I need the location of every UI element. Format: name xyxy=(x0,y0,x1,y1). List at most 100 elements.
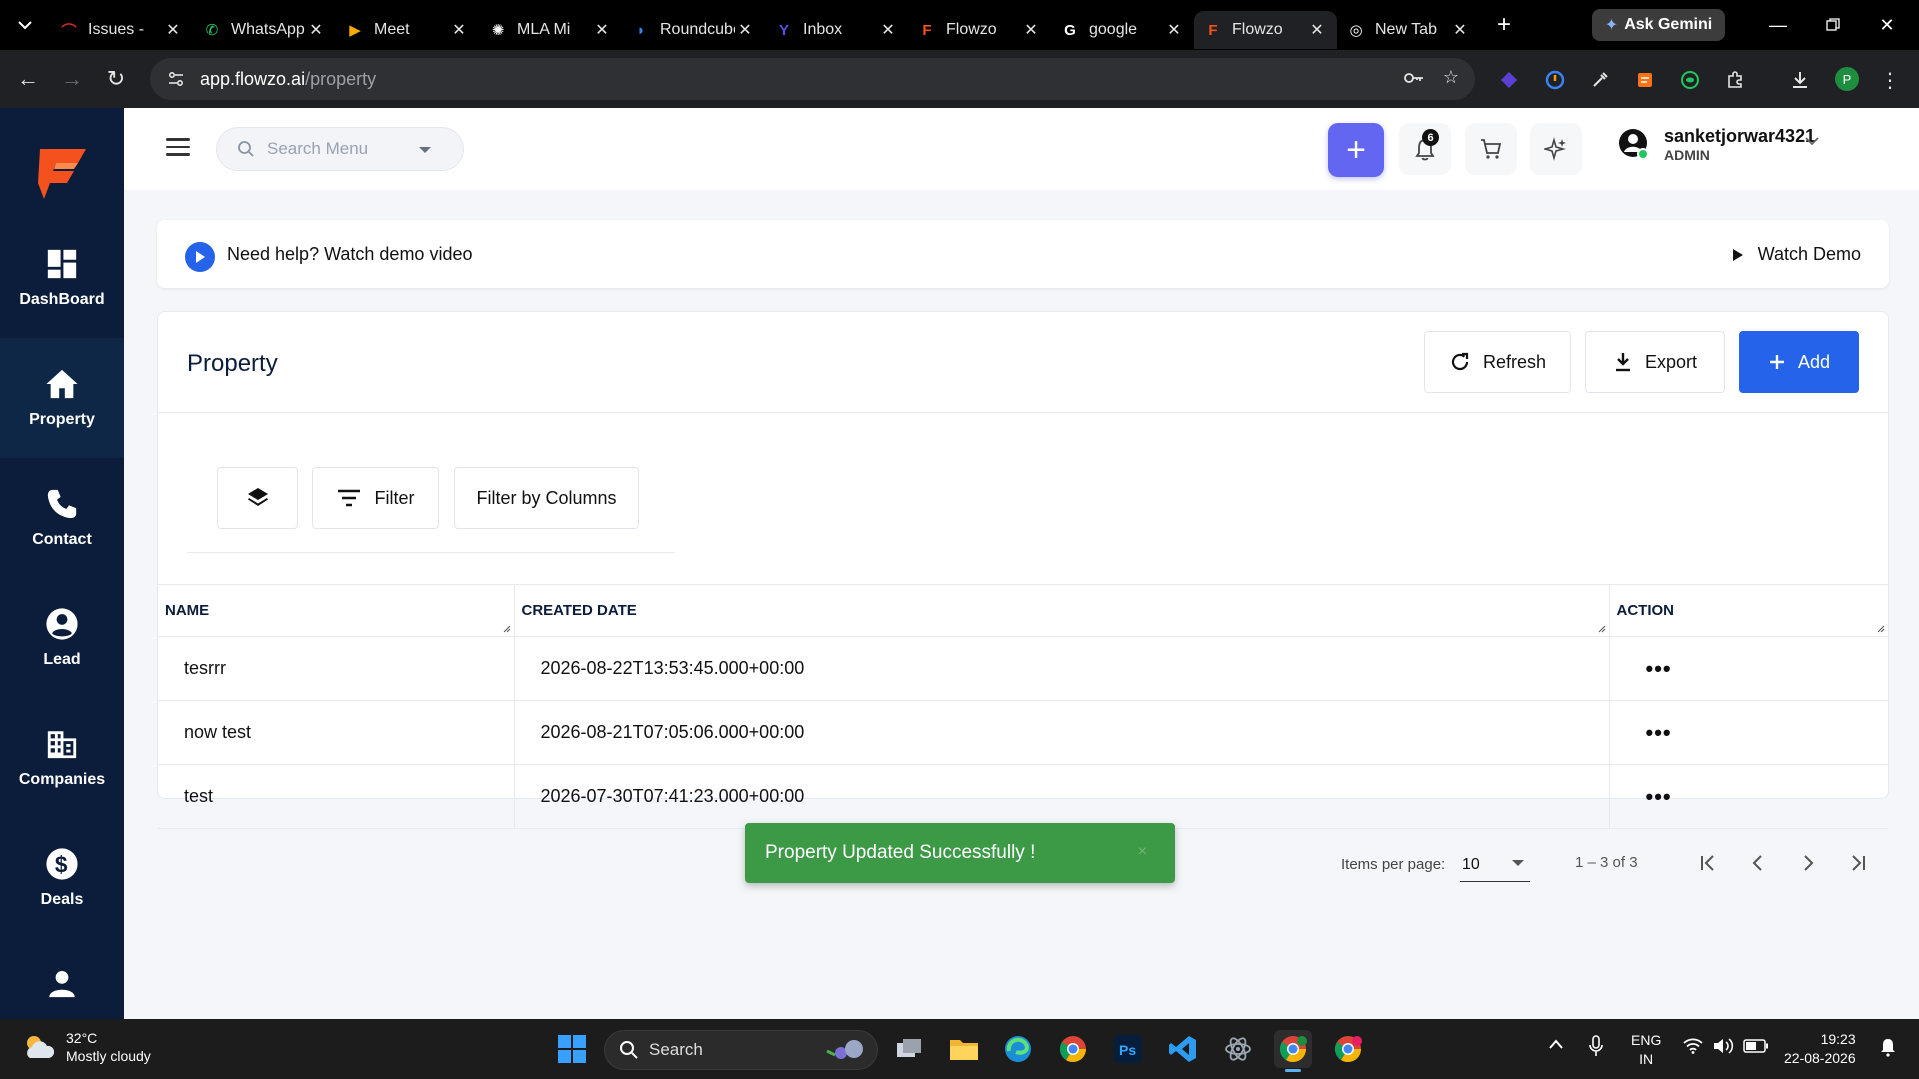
filter-by-columns-button[interactable]: Filter by Columns xyxy=(454,467,639,529)
extension-green-icon[interactable] xyxy=(1678,68,1702,92)
chrome-icon[interactable] xyxy=(1054,1030,1092,1068)
browser-tab[interactable]: ◎ New Tab ✕ xyxy=(1337,11,1480,49)
row-actions-menu-icon[interactable]: ••• xyxy=(1609,764,1888,829)
sidebar-item-contact[interactable]: Contact xyxy=(0,458,124,578)
browser-tab[interactable]: ⌒ Issues - ✕ xyxy=(50,11,193,49)
bookmark-star-icon[interactable]: ☆ xyxy=(1443,67,1459,94)
vscode-icon[interactable] xyxy=(1164,1030,1202,1068)
first-page-button[interactable] xyxy=(1694,848,1724,878)
extension-shield-icon[interactable] xyxy=(1543,68,1567,92)
back-arrow-icon[interactable]: ← xyxy=(6,57,50,101)
address-bar[interactable]: app.flowzo.ai/property ☆ xyxy=(150,58,1475,100)
tab-close-icon[interactable]: ✕ xyxy=(735,20,755,40)
notification-bell-icon[interactable] xyxy=(1879,1037,1897,1060)
browser-tab[interactable]: ✺ MLA Mi ✕ xyxy=(479,11,622,49)
last-page-button[interactable] xyxy=(1842,848,1872,878)
sidebar-item-deals[interactable]: $ Deals xyxy=(0,818,124,938)
sidebar-item-more[interactable] xyxy=(0,948,124,1028)
microphone-icon[interactable] xyxy=(1589,1035,1603,1060)
tab-close-icon[interactable]: ✕ xyxy=(163,20,183,40)
tab-close-icon[interactable]: ✕ xyxy=(1307,20,1327,40)
tab-close-icon[interactable]: ✕ xyxy=(1450,20,1470,40)
tab-close-icon[interactable]: ✕ xyxy=(449,20,469,40)
sidebar-item-property[interactable]: Property xyxy=(0,338,124,458)
table-row[interactable]: now test 2026-08-21T07:05:06.000+00:00 ••• xyxy=(158,700,1888,765)
forward-arrow-icon[interactable]: → xyxy=(50,57,94,101)
electron-app-icon[interactable] xyxy=(1219,1030,1257,1068)
profile-avatar[interactable]: P xyxy=(1835,67,1859,91)
sidebar-item-companies[interactable]: Companies xyxy=(0,698,124,818)
download-icon[interactable] xyxy=(1788,68,1812,92)
volume-icon[interactable] xyxy=(1712,1037,1734,1058)
extensions-puzzle-icon[interactable] xyxy=(1723,68,1747,92)
battery-icon[interactable] xyxy=(1743,1039,1769,1056)
taskbar-search[interactable]: Search xyxy=(604,1030,878,1070)
password-key-icon[interactable] xyxy=(1403,67,1425,94)
column-resize-icon[interactable] xyxy=(1598,625,1606,633)
new-tab-button[interactable]: + xyxy=(1486,7,1522,43)
ask-gemini-button[interactable]: ✦ Ask Gemini xyxy=(1592,9,1725,41)
table-row[interactable]: tesrrr 2026-08-22T13:53:45.000+00:00 ••• xyxy=(158,636,1888,701)
extension-notes-icon[interactable] xyxy=(1633,68,1657,92)
wifi-icon[interactable] xyxy=(1683,1038,1703,1057)
column-resize-icon[interactable] xyxy=(1877,625,1885,633)
export-button[interactable]: Export xyxy=(1585,331,1725,393)
sidebar-item-dashboard[interactable]: DashBoard xyxy=(0,218,124,338)
browser-tab[interactable]: ✆ WhatsApp ✕ xyxy=(193,11,336,49)
photoshop-icon[interactable]: Ps xyxy=(1109,1030,1147,1068)
tab-close-icon[interactable]: ✕ xyxy=(1021,20,1041,40)
browser-tab[interactable]: Y Inbox ✕ xyxy=(765,11,908,49)
minimize-window-button[interactable]: — xyxy=(1753,10,1803,40)
user-menu[interactable]: sanketjorwar4321 ADMIN xyxy=(1618,126,1819,164)
browser-menu-icon[interactable]: ⋮ xyxy=(1878,68,1902,92)
tab-close-icon[interactable]: ✕ xyxy=(1164,20,1184,40)
chrome-profile-icon[interactable] xyxy=(1274,1030,1312,1072)
add-property-button[interactable]: Add xyxy=(1739,331,1859,393)
show-hidden-icons[interactable] xyxy=(1548,1037,1564,1053)
browser-tab[interactable]: F Flowzo ✕ xyxy=(1194,11,1337,49)
filter-button[interactable]: Filter xyxy=(312,467,439,529)
items-per-page-select[interactable]: 10 xyxy=(1460,844,1530,882)
weather-widget[interactable]: 32°C Mostly cloudy xyxy=(22,1029,151,1065)
table-row[interactable]: test 2026-07-30T07:41:23.000+00:00 ••• xyxy=(158,764,1888,829)
search-menu-input[interactable]: Search Menu xyxy=(216,127,464,171)
cart-button[interactable] xyxy=(1465,123,1517,175)
column-resize-icon[interactable] xyxy=(503,625,511,633)
task-view-icon[interactable] xyxy=(890,1030,928,1068)
system-clock[interactable]: 19:23 22-08-2026 xyxy=(1784,1030,1856,1068)
notifications-button[interactable]: 6 xyxy=(1399,123,1451,175)
file-explorer-icon[interactable] xyxy=(945,1030,983,1068)
previous-page-button[interactable] xyxy=(1743,848,1773,878)
eyedropper-icon[interactable] xyxy=(1588,68,1612,92)
column-header-action[interactable]: ACTION xyxy=(1609,584,1888,637)
toast-close-icon[interactable]: × xyxy=(1138,843,1147,861)
windows-start-icon[interactable] xyxy=(553,1030,591,1068)
refresh-button[interactable]: Refresh xyxy=(1424,331,1571,393)
browser-tab[interactable]: ▶ Meet ✕ xyxy=(336,11,479,49)
tab-search-chevron-icon[interactable] xyxy=(0,0,50,50)
chrome-alt-profile-icon[interactable] xyxy=(1329,1030,1367,1068)
language-indicator[interactable]: ENG IN xyxy=(1631,1031,1661,1069)
site-info-icon[interactable] xyxy=(164,67,188,91)
ai-sparkle-button[interactable] xyxy=(1530,123,1582,175)
edge-browser-icon[interactable] xyxy=(999,1030,1037,1068)
tab-close-icon[interactable]: ✕ xyxy=(878,20,898,40)
tab-close-icon[interactable]: ✕ xyxy=(306,20,326,40)
extension-diamond-icon[interactable] xyxy=(1497,68,1521,92)
browser-tab[interactable]: Ggoogle ✕ xyxy=(1051,11,1194,49)
sidebar-item-lead[interactable]: Lead xyxy=(0,578,124,698)
play-circle-icon[interactable] xyxy=(185,242,215,272)
quick-add-button[interactable]: + xyxy=(1328,123,1384,177)
flowzo-logo[interactable] xyxy=(36,143,90,203)
row-actions-menu-icon[interactable]: ••• xyxy=(1609,700,1888,765)
hamburger-menu-icon[interactable] xyxy=(166,138,190,158)
browser-tab[interactable]: F Flowzo ✕ xyxy=(908,11,1051,49)
watch-demo-button[interactable]: Watch Demo xyxy=(1732,244,1861,265)
column-header-created-date[interactable]: CREATED DATE xyxy=(514,584,1610,637)
browser-tab[interactable]: ◗ Roundcube ✕ xyxy=(622,11,765,49)
restore-window-button[interactable] xyxy=(1808,10,1858,40)
row-actions-menu-icon[interactable]: ••• xyxy=(1609,636,1888,701)
tab-close-icon[interactable]: ✕ xyxy=(592,20,612,40)
layers-button[interactable] xyxy=(217,467,298,529)
next-page-button[interactable] xyxy=(1793,848,1823,878)
